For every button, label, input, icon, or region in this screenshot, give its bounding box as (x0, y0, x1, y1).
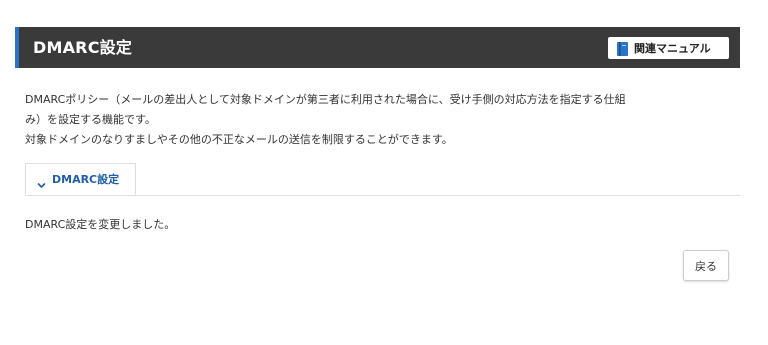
description-line: 対象ドメインのなりすましやその他の不正なメールの送信を制限することができます。 (25, 133, 453, 146)
page: DMARC設定 関連マニュアル DMARCポリシー（メールの差出人として対象ドメ… (0, 0, 768, 345)
chevron-down-icon (37, 175, 46, 188)
tab-bar: DMARC設定 (25, 163, 740, 196)
related-manual-label: 関連マニュアル (634, 42, 711, 55)
feature-description: DMARCポリシー（メールの差出人として対象ドメインが第三者に利用された場合に、… (25, 90, 741, 150)
description-line: み）を設定する機能です。 (25, 113, 156, 126)
tab-dmarc-settings[interactable]: DMARC設定 (25, 163, 136, 195)
page-title: DMARC設定 (33, 38, 133, 57)
back-button[interactable]: 戻る (683, 250, 729, 281)
tab-label: DMARC設定 (52, 173, 120, 186)
description-line: DMARCポリシー（メールの差出人として対象ドメインが第三者に利用された場合に、… (25, 93, 626, 106)
status-message: DMARC設定を変更しました。 (25, 218, 176, 231)
page-header: DMARC設定 関連マニュアル (15, 27, 740, 68)
related-manual-button[interactable]: 関連マニュアル (608, 37, 729, 59)
book-icon (617, 41, 628, 56)
